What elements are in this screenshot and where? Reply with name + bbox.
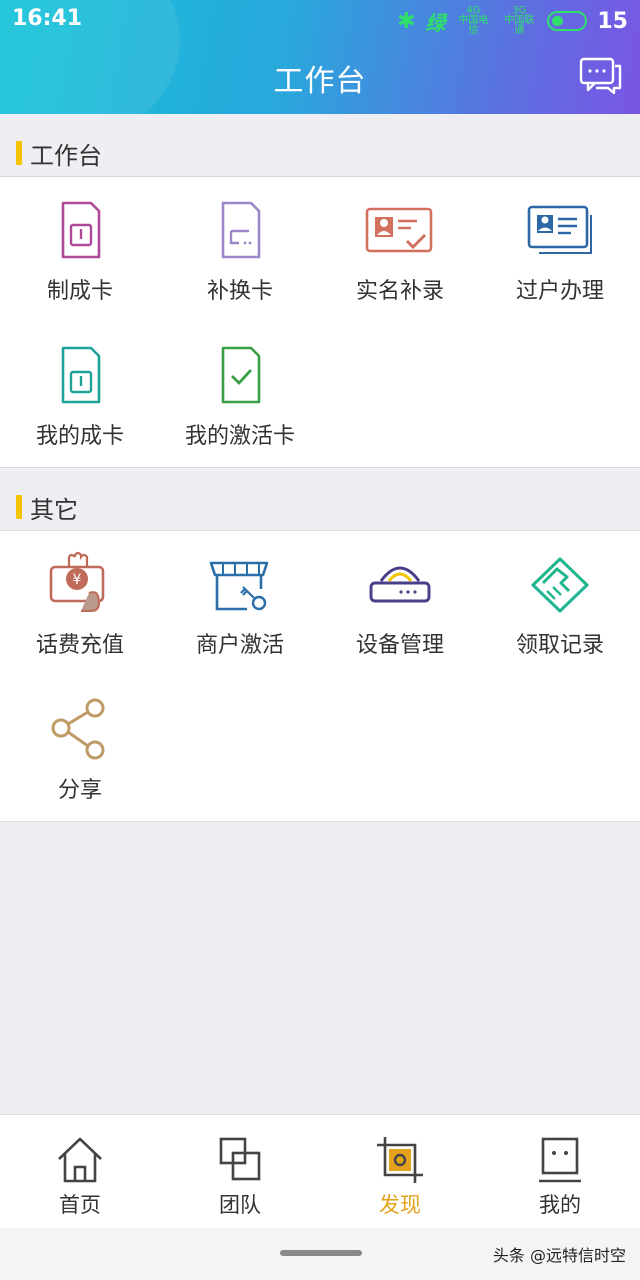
section-title: 工作台	[30, 141, 102, 170]
grid-item-share[interactable]: 分享	[0, 676, 160, 821]
grid-item-phone-recharge[interactable]: ¥ 话费充值	[0, 531, 160, 676]
section-header-other: 其它	[0, 476, 640, 538]
signal-sim2-operator: 中国联通	[504, 15, 535, 36]
profile-icon	[539, 1137, 581, 1183]
grid-item-label: 补换卡	[206, 279, 273, 304]
grid-item-my-activated-cards[interactable]: 我的激活卡	[160, 322, 320, 467]
page-title: 工作台	[273, 64, 367, 99]
discover-icon	[377, 1137, 423, 1183]
grid-item-device-management[interactable]: 设备管理	[320, 531, 480, 676]
signal-sim1-operator: 中国电信	[458, 15, 489, 36]
grid-item-label: 我的成卡	[35, 424, 124, 449]
grid-item-label: 实名补录	[355, 279, 444, 304]
grid-item-replace-card[interactable]: 补换卡	[160, 177, 320, 322]
handshake-icon	[531, 557, 589, 613]
section-title: 其它	[30, 495, 78, 524]
grid-item-label: 话费充值	[35, 633, 124, 658]
tab-discover[interactable]: 发现	[320, 1115, 480, 1229]
section-header-workbench: 工作台	[0, 122, 640, 184]
grid-item-label: 我的激活卡	[184, 424, 295, 449]
watermark: 头条 @远特信时空	[492, 1246, 626, 1265]
tab-home[interactable]: 首页	[0, 1115, 160, 1229]
home-indicator[interactable]	[280, 1250, 362, 1256]
svg-text:¥: ¥	[73, 572, 82, 588]
id-card-check-icon	[365, 207, 433, 253]
tab-label: 团队	[219, 1193, 261, 1217]
grid-item-realname-supplement[interactable]: 实名补录	[320, 177, 480, 322]
sim-card-icon	[61, 201, 101, 259]
tab-label: 我的	[539, 1193, 581, 1217]
grid-item-transfer[interactable]: 过户办理	[480, 177, 640, 322]
tab-team[interactable]: 团队	[160, 1115, 320, 1229]
status-bar: 16:41 ✱ 绿 4G 中国电信 3G 中国联通 15	[0, 0, 640, 40]
router-device-icon	[369, 566, 431, 603]
grid-item-label: 制成卡	[46, 279, 113, 304]
grid-item-label: 商户激活	[195, 633, 284, 658]
grid-item-label: 领取记录	[515, 633, 604, 658]
home-icon	[58, 1137, 102, 1183]
grid-item-label: 设备管理	[355, 633, 444, 658]
grid-item-claim-records[interactable]: 领取记录	[480, 531, 640, 676]
tab-label: 发现	[379, 1193, 421, 1217]
sim-card-swap-icon	[221, 201, 261, 259]
signal-sim2: 3G 中国联通	[501, 6, 537, 36]
sim-card-icon	[61, 346, 101, 404]
tab-profile[interactable]: 我的	[480, 1115, 640, 1229]
section-marker	[16, 495, 22, 519]
signal-sim1: 4G 中国电信	[455, 6, 491, 36]
sim-card-check-icon	[221, 346, 261, 404]
status-time: 16:41	[12, 6, 83, 31]
bottom-tab-bar: 首页 团队 发现 我的	[0, 1114, 640, 1228]
grid-item-merchant-activation[interactable]: 商户激活	[160, 531, 320, 676]
battery-percent: 15	[597, 8, 628, 34]
carrier-label: 绿	[425, 10, 446, 35]
grid-item-label: 分享	[57, 778, 102, 803]
store-key-icon	[209, 561, 269, 611]
section-marker	[16, 141, 22, 165]
bluetooth-icon: ✱	[396, 8, 416, 34]
workbench-panel: 制成卡 补换卡 实名补录 过户办理 我的成卡 我的激活卡	[0, 176, 640, 468]
recharge-yuan-icon: ¥	[49, 551, 105, 612]
status-icons: ✱ 绿 4G 中国电信 3G 中国联通 15	[397, 6, 628, 36]
grid-item-make-card[interactable]: 制成卡	[0, 177, 160, 322]
app-header: 16:41 ✱ 绿 4G 中国电信 3G 中国联通 15 工作台	[0, 0, 640, 114]
grid-item-my-cards[interactable]: 我的成卡	[0, 322, 160, 467]
chat-bubble-icon[interactable]	[578, 56, 624, 96]
grid-item-label: 过户办理	[515, 279, 604, 304]
other-panel: ¥ 话费充值 商户激活 设备管理 领取记录 分享	[0, 530, 640, 822]
share-icon	[51, 698, 105, 760]
battery-icon	[547, 11, 588, 31]
system-nav-area: 头条 @远特信时空	[0, 1228, 640, 1280]
tab-label: 首页	[59, 1193, 101, 1217]
id-card-transfer-icon	[527, 205, 592, 254]
team-icon	[219, 1137, 261, 1181]
